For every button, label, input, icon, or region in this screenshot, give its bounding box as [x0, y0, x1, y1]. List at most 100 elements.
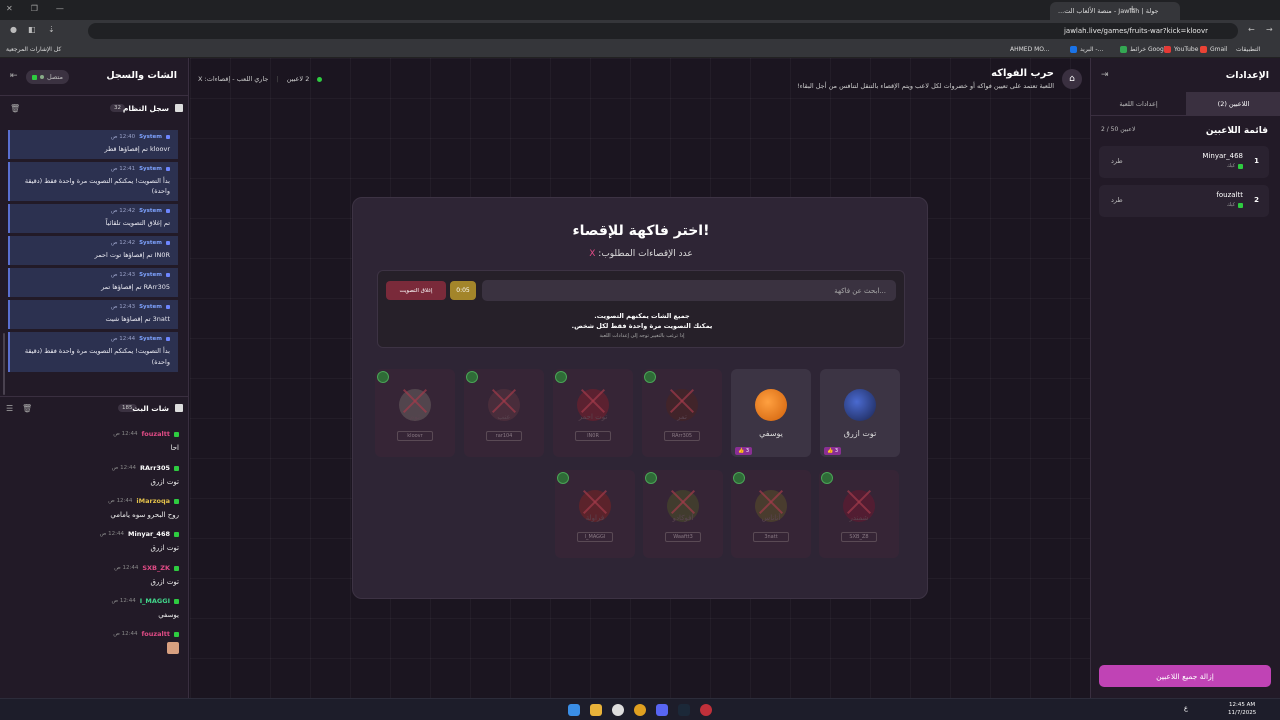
game-title: حرب الفواكه [991, 68, 1054, 79]
vote-info-3: إذا ترغب بالتغيير توجه إلى إعدادات اللعب… [599, 333, 685, 339]
kick-logo-icon [32, 74, 37, 80]
chat-icon [175, 404, 183, 412]
chat-message: Minyar_468 12:44 ص توت ازرق [99, 530, 179, 552]
check-icon [645, 472, 657, 484]
fruit-card-eliminated: أناناس 3natt [731, 470, 811, 558]
panel-title: الشات والسجل [106, 70, 177, 81]
steam-icon[interactable] [678, 704, 690, 716]
home-icon: ⌂ [1069, 74, 1075, 84]
fruit-card-blueberry[interactable]: توت ازرق 👍 3 [820, 369, 900, 457]
tab-players[interactable]: اللاعبين (2) [1186, 92, 1280, 116]
settings-icon[interactable] [612, 704, 624, 716]
bookmark-ahmed[interactable]: AHMED MO... [1010, 46, 1050, 53]
explorer-icon[interactable] [590, 704, 602, 716]
browser-tab[interactable]: جولة | Jawlah - منصة الألعاب الت... [1050, 2, 1180, 20]
fruit-card-eliminated: توت احمر IN0R [553, 369, 633, 457]
close-window-icon[interactable]: ✕ [6, 4, 13, 13]
all-bookmarks[interactable]: كل الإشارات المرجعية [6, 46, 61, 53]
online-dot-icon [317, 76, 323, 82]
players-online: 2 لاعبين [286, 75, 310, 83]
live-chat-header[interactable]: ☰ 🗑 185 شات البث [0, 398, 189, 418]
settings-panel: ⇥ الإعدادات اللاعبين (2) إعدادات اللعبة … [1090, 58, 1280, 698]
vote-info-2: يمكنك التصويت مرة واحدة فقط لكل شخص. [571, 322, 713, 330]
profile-icon[interactable]: ● [10, 25, 17, 34]
discord-icon[interactable] [656, 704, 668, 716]
check-icon [644, 371, 656, 383]
close-x: جاري اللعب - إقصاءات: X [198, 75, 269, 83]
trash-icon[interactable]: 🗑 [22, 404, 32, 413]
system-log-item: System 12:40 ص kloovr تم إقصاؤها قطر [8, 130, 178, 160]
system-log-item: System 12:44 ص بدأ التصويت! يمكنكم التصويت… [8, 332, 178, 372]
tab-title: جولة | Jawlah - منصة الألعاب الت... [1058, 7, 1159, 15]
filter-icon[interactable]: ☰ [6, 404, 13, 413]
forward-icon[interactable]: → [1266, 25, 1273, 34]
vote-count: 👍 3 [735, 447, 753, 455]
collapse-settings-icon[interactable]: ⇥ [1101, 70, 1109, 80]
chrome-icon[interactable] [634, 704, 646, 716]
start-icon[interactable] [568, 704, 580, 716]
vote-info-1: جميع الشات يمكنهم التصويت. [594, 312, 690, 320]
collapse-panel-icon[interactable]: ⇤ [10, 71, 18, 81]
connection-status: متصل [26, 70, 70, 84]
trash-icon[interactable]: 🗑 [10, 104, 20, 113]
back-icon[interactable]: ← [1248, 25, 1255, 34]
emote-image [167, 642, 179, 654]
chat-message: SXB_ZK 12:44 ص توت ازرق [114, 564, 179, 586]
settings-tabs: اللاعبين (2) إعدادات اللعبة [1091, 92, 1280, 116]
bookmark-gmail[interactable]: Gmail [1200, 46, 1228, 53]
remove-all-players-button[interactable]: إزالة جميع اللاعبين [1099, 665, 1271, 687]
browser-tabbar: ✕ ❐ — جولة | Jawlah - منصة الألعاب الت..… [0, 0, 1280, 20]
live-chat-title: شات البث [132, 403, 169, 413]
app-root: ⇤ متصل الشات والسجل 🗑 32 سجل النظام Syst… [0, 58, 1280, 698]
bookmark-maps[interactable]: خرائط Google [1120, 46, 1169, 53]
players-count: 2 / 50 لاعبين [1101, 126, 1136, 133]
fruit-card-eliminated: تمر RArr305 [642, 369, 722, 457]
new-tab-icon[interactable]: + [1128, 4, 1136, 15]
player-row: 1 Minyar_468 كيك طرد [1099, 146, 1269, 178]
minimize-window-icon[interactable]: — [56, 4, 64, 13]
vote-timer: 0:05 [450, 281, 476, 300]
system-log-item: System 12:43 ص RArr305 تم إقصاؤها تمر [8, 268, 178, 298]
fruit-card-eliminated: أفوكادو Waaftt3 [643, 470, 723, 558]
check-icon [733, 472, 745, 484]
app-icon[interactable] [700, 704, 712, 716]
fruit-card-tangerine[interactable]: يوسفي 👍 3 [731, 369, 811, 457]
bookmark-youtube[interactable]: YouTube [1164, 46, 1198, 53]
chat-message: fouzaltt 12:44 ص [9, 630, 179, 654]
chat-message: iMarzoqa 12:44 ص روح البحرو سوه يامامي [108, 497, 179, 519]
kick-player-button[interactable]: طرد [1111, 157, 1123, 165]
card-title: اختر فاكهة للإقصاء! [572, 223, 710, 239]
bookmark-mail[interactable]: البريد -... [1070, 46, 1103, 53]
system-log-header[interactable]: 🗑 32 سجل النظام [0, 98, 189, 118]
downloads-icon[interactable]: ⇣ [48, 25, 55, 34]
address-bar[interactable]: jawlah.live/games/fruits-war?kick=kloovr [88, 23, 1238, 39]
system-log-item: System 12:43 ص 3natt تم إقصاؤها شيت [8, 300, 178, 330]
log-scrollbar[interactable] [3, 333, 5, 395]
system-clock[interactable]: 12:45 AM 11/7/2025 [1228, 701, 1256, 718]
required-eliminations: عدد الإقصاءات المطلوب: X [589, 249, 693, 259]
language-indicator[interactable]: ع [1184, 704, 1188, 712]
extensions-icon[interactable]: ◧ [28, 25, 36, 34]
vote-card: اختر فاكهة للإقصاء! عدد الإقصاءات المطلو… [352, 197, 928, 599]
system-log-list: System 12:40 ص kloovr تم إقصاؤها قطر Syste… [8, 130, 180, 392]
restore-window-icon[interactable]: ❐ [31, 4, 38, 13]
check-icon [555, 371, 567, 383]
check-icon [821, 472, 833, 484]
system-log-item: System 12:42 ص تم إغلاق التصويت تلقائياً [8, 204, 178, 234]
kick-player-button[interactable]: طرد [1111, 196, 1123, 204]
check-icon [557, 472, 569, 484]
blueberry-icon [844, 389, 876, 421]
home-button[interactable]: ⌂ [1062, 69, 1082, 89]
bookmark-apps[interactable]: التطبيقات [1236, 46, 1260, 53]
close-vote-button[interactable]: إغلاق التصويت [386, 281, 446, 300]
vote-controls: ابحث عن فاكهة... 0:05 إغلاق التصويت جميع… [377, 270, 905, 348]
tab-game-settings[interactable]: إعدادات اللعبة [1091, 92, 1186, 116]
fruit-search-input[interactable]: ابحث عن فاكهة... [482, 280, 896, 301]
chat-log-panel: ⇤ متصل الشات والسجل 🗑 32 سجل النظام Syst… [0, 58, 189, 698]
browser-toolbar: ● ◧ ⇣ jawlah.live/games/fruits-war?kick=… [0, 20, 1280, 42]
live-chat-list: fouzaltt 12:44 ص احا RArr305 12:44 ص توت ازر… [0, 426, 189, 666]
fruit-card-eliminated: فراولة I_MAGGI [555, 470, 635, 558]
bookmarks-bar: كل الإشارات المرجعية AHMED MO... البريد … [0, 42, 1280, 58]
system-log-title: سجل النظام [122, 103, 169, 113]
player-row: 2 fouzaltt كيك طرد [1099, 185, 1269, 217]
